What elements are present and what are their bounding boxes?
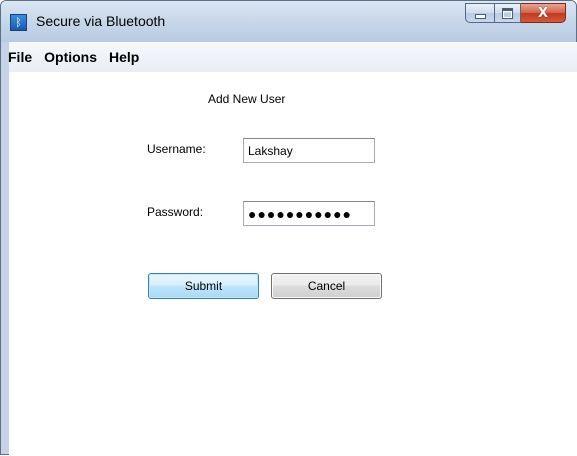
password-input[interactable] <box>243 201 375 226</box>
menu-file[interactable]: File <box>8 49 38 65</box>
maximize-icon <box>502 7 513 19</box>
maximize-button[interactable] <box>494 3 521 23</box>
menu-bar: File Options Help <box>8 42 577 73</box>
window-title: Secure via Bluetooth <box>36 13 166 29</box>
minimize-button[interactable] <box>465 3 494 23</box>
app-window: ᛒ Secure via Bluetooth X File Options He… <box>0 0 577 456</box>
window-controls: X <box>465 3 566 25</box>
title-bar[interactable]: ᛒ Secure via Bluetooth X <box>1 1 576 42</box>
add-user-panel: Add New User Username: Password: Submit … <box>9 72 577 456</box>
username-label: Username: <box>147 142 206 156</box>
minimize-icon <box>474 13 486 19</box>
menu-options[interactable]: Options <box>38 49 103 65</box>
password-label: Password: <box>147 205 204 219</box>
app-icon[interactable]: ᛒ <box>10 14 27 31</box>
cancel-button[interactable]: Cancel <box>271 273 382 299</box>
username-input[interactable] <box>243 138 375 163</box>
submit-button[interactable]: Submit <box>148 273 259 299</box>
menu-help[interactable]: Help <box>103 49 145 65</box>
form-heading: Add New User <box>208 92 286 106</box>
close-icon: X <box>537 5 549 21</box>
close-button[interactable]: X <box>521 3 566 23</box>
